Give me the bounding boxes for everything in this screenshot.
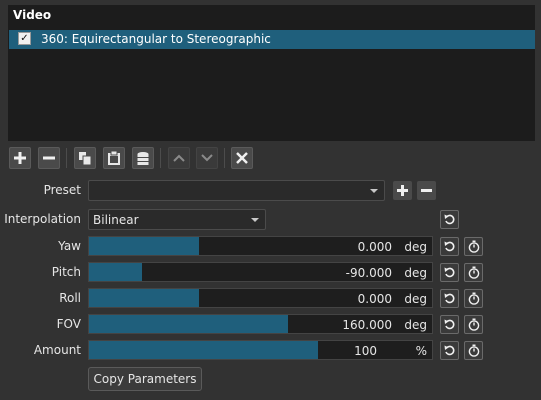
chevron-down-icon: [370, 189, 378, 193]
fov-value[interactable]: 160.000: [342, 318, 392, 332]
yaw-value[interactable]: 0.000: [358, 240, 392, 254]
amount-value[interactable]: 100: [354, 344, 377, 358]
interpolation-reset-button[interactable]: [440, 210, 459, 229]
reset-icon: [444, 267, 455, 278]
stopwatch-icon: [468, 266, 479, 279]
copy-filter-button[interactable]: [74, 147, 96, 169]
paste-icon: [108, 151, 120, 165]
amount-slider-fill: [89, 341, 318, 359]
fov-slider[interactable]: 160.000 deg: [88, 314, 433, 334]
add-filter-button[interactable]: [9, 147, 31, 169]
stopwatch-icon: [468, 292, 479, 305]
save-preset-button[interactable]: [132, 147, 154, 169]
amount-label: Amount: [33, 343, 81, 357]
pitch-unit: deg: [404, 266, 427, 280]
pitch-label: Pitch: [51, 265, 81, 279]
video-filter-list: Video ✓ 360: Equirectangular to Stereogr…: [8, 5, 535, 141]
pitch-slider-fill: [89, 263, 143, 281]
deselect-filter-button[interactable]: [231, 147, 253, 169]
move-down-icon: [201, 154, 213, 162]
interpolation-dropdown[interactable]: Bilinear: [88, 209, 266, 230]
reset-icon: [444, 293, 455, 304]
video-section-title: Video: [13, 8, 52, 22]
roll-label: Roll: [59, 291, 81, 305]
pitch-reset-button[interactable]: [440, 263, 459, 282]
add-preset-button[interactable]: [393, 181, 412, 200]
yaw-unit: deg: [404, 240, 427, 254]
yaw-keyframe-button[interactable]: [464, 237, 483, 256]
remove-icon: [421, 189, 432, 192]
yaw-reset-button[interactable]: [440, 237, 459, 256]
fov-unit: deg: [404, 318, 427, 332]
toolbar-separator: [66, 148, 67, 168]
roll-slider-fill: [89, 289, 199, 307]
reset-icon: [444, 319, 455, 330]
yaw-slider-fill: [89, 237, 199, 255]
amount-reset-button[interactable]: [440, 341, 459, 360]
reset-icon: [444, 345, 455, 356]
remove-filter-button[interactable]: [38, 147, 60, 169]
amount-unit: %: [415, 344, 427, 358]
fov-slider-fill: [89, 315, 288, 333]
filter-enabled-checkbox[interactable]: ✓: [18, 32, 31, 45]
pitch-value[interactable]: -90.000: [346, 266, 392, 280]
move-up-button[interactable]: [168, 147, 190, 169]
stopwatch-icon: [468, 344, 479, 357]
amount-slider[interactable]: 100 %: [88, 340, 433, 360]
reset-icon: [444, 241, 455, 252]
amount-keyframe-button[interactable]: [464, 341, 483, 360]
roll-reset-button[interactable]: [440, 289, 459, 308]
filter-item-360-stereographic[interactable]: ✓ 360: Equirectangular to Stereographic: [9, 30, 535, 49]
remove-preset-button[interactable]: [417, 181, 436, 200]
stopwatch-icon: [468, 318, 479, 331]
roll-keyframe-button[interactable]: [464, 289, 483, 308]
preset-dropdown[interactable]: [88, 180, 385, 201]
add-icon: [397, 185, 408, 196]
fov-label: FOV: [56, 317, 81, 331]
yaw-label: Yaw: [58, 239, 81, 253]
toolbar-separator: [160, 148, 161, 168]
save-preset-icon: [137, 151, 149, 165]
filter-item-label: 360: Equirectangular to Stereographic: [41, 32, 271, 46]
pitch-keyframe-button[interactable]: [464, 263, 483, 282]
roll-unit: deg: [404, 292, 427, 306]
copy-icon: [79, 151, 91, 165]
preset-label: Preset: [43, 183, 81, 197]
close-icon: [236, 152, 248, 164]
move-up-icon: [173, 154, 185, 162]
roll-slider[interactable]: 0.000 deg: [88, 288, 433, 308]
roll-value[interactable]: 0.000: [358, 292, 392, 306]
yaw-slider[interactable]: 0.000 deg: [88, 236, 433, 256]
fov-reset-button[interactable]: [440, 315, 459, 334]
move-down-button[interactable]: [196, 147, 218, 169]
interpolation-value: Bilinear: [93, 213, 139, 227]
add-icon: [14, 152, 26, 164]
chevron-down-icon: [251, 218, 259, 222]
interpolation-label: Interpolation: [4, 212, 81, 226]
remove-icon: [43, 156, 55, 160]
paste-filter-button[interactable]: [103, 147, 125, 169]
fov-keyframe-button[interactable]: [464, 315, 483, 334]
copy-parameters-button[interactable]: Copy Parameters: [88, 367, 202, 391]
stopwatch-icon: [468, 240, 479, 253]
reset-icon: [444, 214, 455, 225]
pitch-slider[interactable]: -90.000 deg: [88, 262, 433, 282]
toolbar-separator: [224, 148, 225, 168]
